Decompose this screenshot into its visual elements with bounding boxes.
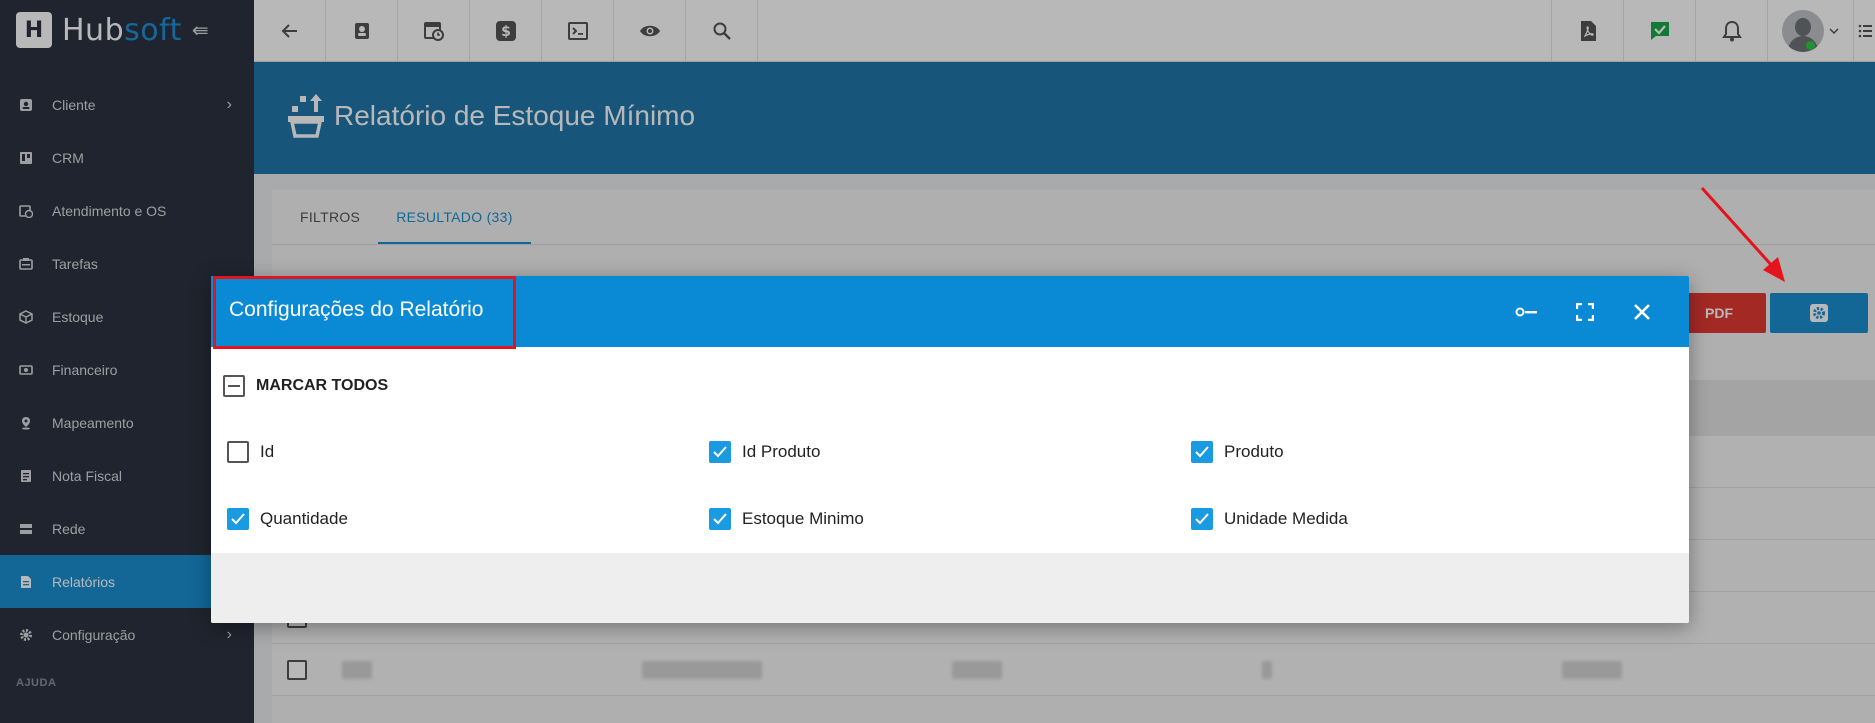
annotation-arrow	[1700, 186, 1785, 282]
